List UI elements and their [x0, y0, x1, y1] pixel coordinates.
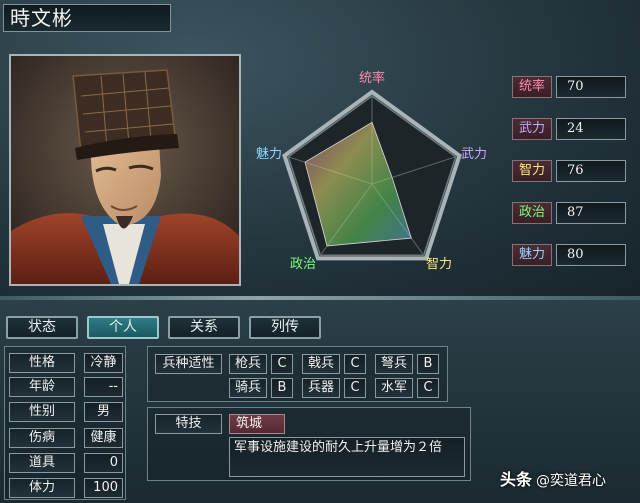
radar-label-bottom-right: 智力: [426, 257, 452, 272]
stat-value-charisma: 80: [556, 244, 626, 266]
aptitude-grade-siege: C: [344, 378, 366, 398]
aptitude-title: 兵种适性: [155, 354, 222, 374]
stat-label-charisma: 魅力: [512, 244, 552, 266]
personal-label-age: 年龄: [9, 377, 75, 397]
aptitude-label-spear: 枪兵: [229, 354, 267, 374]
stat-label-intelligence: 智力: [512, 160, 552, 182]
aptitude-grade-halberd: C: [344, 354, 366, 374]
aptitude-label-crossbow: 弩兵: [375, 354, 413, 374]
personal-value-injury: 健康: [84, 428, 123, 448]
stat-value-politics: 87: [556, 202, 626, 224]
radar-label-left: 魅力: [256, 147, 282, 162]
stat-label-strength: 武力: [512, 118, 552, 140]
tab-status[interactable]: 状态: [6, 316, 78, 339]
personal-value-gender: 男: [84, 402, 123, 422]
personal-label-stamina: 体力: [9, 478, 75, 498]
tab-relations[interactable]: 关系: [168, 316, 240, 339]
stat-row-strength: 武力 24: [512, 118, 626, 140]
aptitude-grade-spear: C: [271, 354, 293, 374]
personal-value-personality: 冷静: [84, 353, 123, 373]
aptitude-grade-crossbow: B: [417, 354, 439, 374]
stat-row-intelligence: 智力 76: [512, 160, 626, 182]
personal-value-items: 0: [84, 453, 123, 473]
skill-name[interactable]: 筑城: [229, 414, 285, 434]
stat-row-politics: 政治 87: [512, 202, 626, 224]
personal-label-items: 道具: [9, 453, 75, 473]
personal-label-personality: 性格: [9, 353, 75, 373]
tab-personal[interactable]: 个人: [87, 316, 159, 339]
radar-label-top: 统率: [359, 70, 385, 86]
skill-title: 特技: [155, 414, 222, 434]
aptitude-label-navy: 水军: [375, 378, 413, 398]
radar-label-right: 武力: [461, 147, 487, 162]
character-portrait: [9, 54, 241, 286]
aptitude-label-halberd: 戟兵: [302, 354, 340, 374]
aptitude-label-siege: 兵器: [302, 378, 340, 398]
aptitude-grade-cavalry: B: [271, 378, 293, 398]
stat-value-leadership: 70: [556, 76, 626, 98]
personal-label-gender: 性别: [9, 402, 75, 422]
watermark-handle: @奕道君心: [536, 473, 607, 489]
portrait-illustration: [11, 56, 239, 284]
personal-value-age: --: [84, 377, 123, 397]
personal-label-injury: 伤病: [9, 428, 75, 448]
personal-value-stamina: 100: [84, 478, 123, 498]
watermark: 头条 @奕道君心: [500, 466, 606, 490]
radar-chart: 统率 武力 智力 政治 魅力: [256, 70, 487, 272]
skill-description: 军事设施建设的耐久上升量增为２倍: [229, 437, 465, 477]
attribute-radar: 统率 武力 智力 政治 魅力: [248, 44, 496, 292]
aptitude-grade-navy: C: [417, 378, 439, 398]
stat-row-charisma: 魅力 80: [512, 244, 626, 266]
character-name: 時文彬: [3, 4, 171, 32]
watermark-brand: 头条: [500, 470, 533, 489]
stat-value-strength: 24: [556, 118, 626, 140]
aptitude-label-cavalry: 骑兵: [229, 378, 267, 398]
stat-row-leadership: 统率 70: [512, 76, 626, 98]
stat-label-politics: 政治: [512, 202, 552, 224]
stat-label-leadership: 统率: [512, 76, 552, 98]
radar-label-bottom-left: 政治: [290, 257, 316, 272]
tab-biography[interactable]: 列传: [249, 316, 321, 339]
stat-value-intelligence: 76: [556, 160, 626, 182]
